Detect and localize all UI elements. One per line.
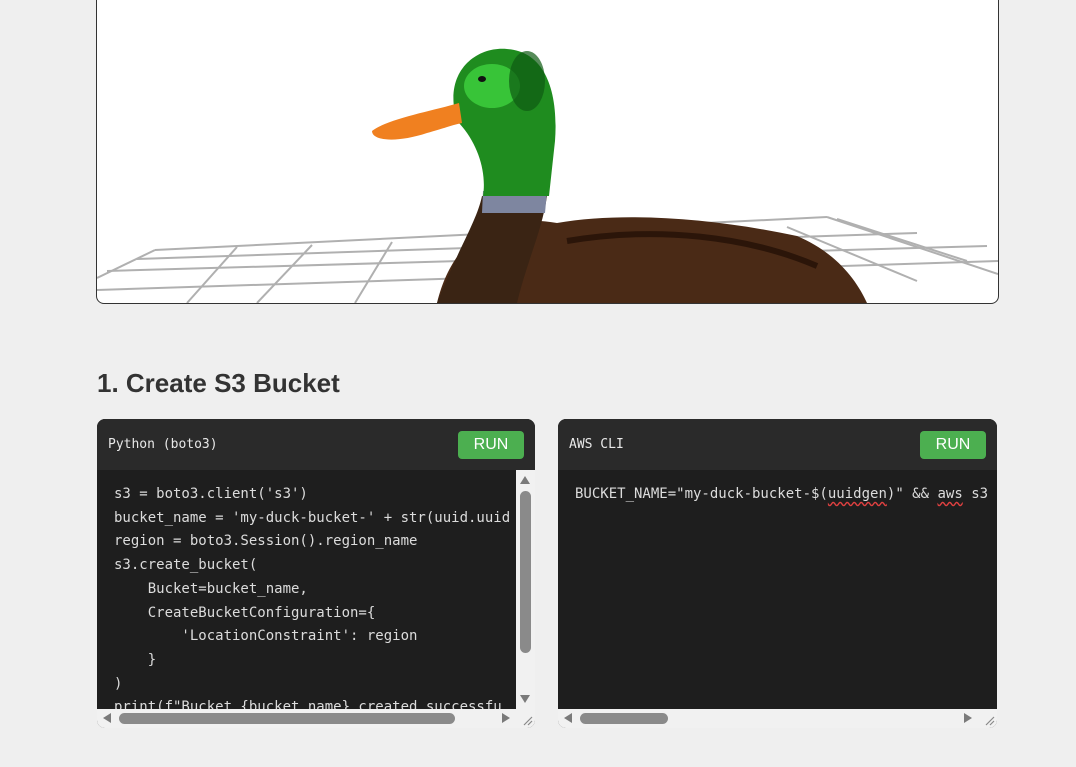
resize-grip-icon[interactable] [978,709,997,728]
language-label: AWS CLI [569,437,624,452]
horizontal-scrollbar[interactable] [97,709,516,728]
run-button[interactable]: RUN [920,430,986,459]
aws-cli-code-panel: AWS CLI RUN BUCKET_NAME="my-duck-bucket-… [558,419,997,728]
scroll-right-arrow-icon[interactable] [964,713,972,723]
panel-header: AWS CLI RUN [558,419,997,470]
scrollbar-thumb[interactable] [520,491,531,653]
scroll-left-arrow-icon[interactable] [103,713,111,723]
code-text: s3 = boto3.client('s3') bucket_name = 'm… [114,486,511,709]
duck-beak [372,103,462,140]
vertical-scrollbar[interactable] [516,470,535,709]
scroll-left-arrow-icon[interactable] [564,713,572,723]
panel-header: Python (boto3) RUN [97,419,535,470]
language-label: Python (boto3) [108,437,218,452]
3d-duck-viewer[interactable] [96,0,999,304]
resize-grip-icon[interactable] [516,709,535,728]
scroll-right-arrow-icon[interactable] [502,713,510,723]
scroll-up-arrow-icon[interactable] [520,476,530,484]
code-text: BUCKET_NAME="my-duck-bucket-$(uuidgen)" … [575,486,989,502]
duck-scene [97,48,998,303]
section-title: 1. Create S3 Bucket [97,368,340,398]
horizontal-scrollbar[interactable] [558,709,978,728]
run-button[interactable]: RUN [458,430,524,459]
scrollbar-thumb[interactable] [580,713,668,724]
scrollbar-thumb[interactable] [119,713,455,724]
code-editor[interactable]: s3 = boto3.client('s3') bucket_name = 'm… [97,470,516,709]
code-editor[interactable]: BUCKET_NAME="my-duck-bucket-$(uuidgen)" … [558,470,997,709]
python-code-panel: Python (boto3) RUN s3 = boto3.client('s3… [97,419,535,728]
scroll-down-arrow-icon[interactable] [520,695,530,703]
